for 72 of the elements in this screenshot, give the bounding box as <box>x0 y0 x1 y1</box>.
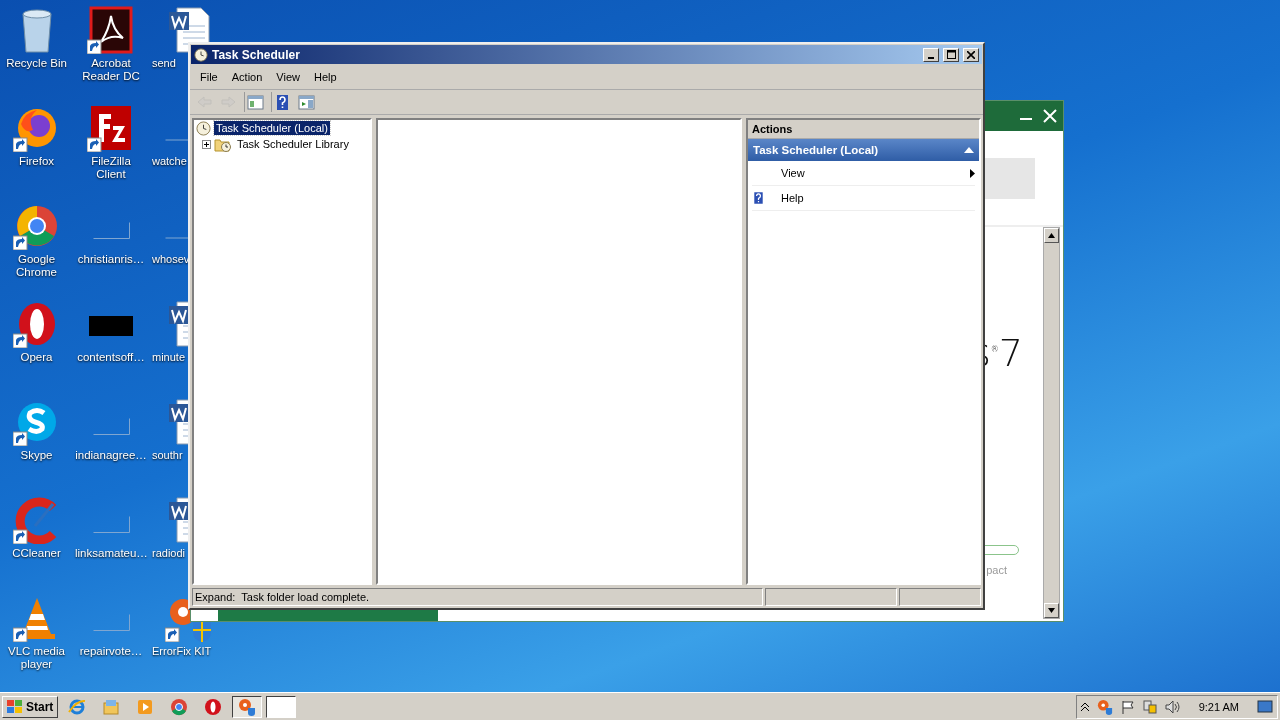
collapse-icon[interactable] <box>964 147 974 153</box>
icon-label[interactable]: whosev <box>152 253 190 266</box>
actions-entry[interactable]: View <box>776 167 970 179</box>
icon-label[interactable]: minute <box>152 351 186 364</box>
close-icon <box>967 50 975 59</box>
menu-item[interactable]: File <box>193 69 225 85</box>
submenu-arrow-icon <box>970 168 975 178</box>
tree-item[interactable]: Task Scheduler (Local) <box>214 121 330 135</box>
help-icon <box>752 190 765 206</box>
icon-label[interactable]: Recycle Bin <box>0 57 73 70</box>
play-icon <box>136 697 155 716</box>
menu-item[interactable]: View <box>269 69 307 85</box>
icon-label[interactable]: christianris… <box>75 253 147 266</box>
icon-label[interactable]: Opera <box>0 351 73 364</box>
icon-label[interactable]: indianagree… <box>75 449 147 462</box>
actions-section[interactable]: Task Scheduler (Local) <box>748 139 979 161</box>
speaker-icon[interactable] <box>1164 699 1181 714</box>
taskbar-app-button[interactable] <box>266 695 297 718</box>
chevron-icon[interactable] <box>1080 701 1089 712</box>
pane-icon <box>247 93 264 111</box>
taskbar-app-button[interactable] <box>232 695 263 718</box>
folder-icon <box>102 697 121 716</box>
icon-label[interactable]: contentsoff… <box>75 351 147 364</box>
maximize-icon <box>946 50 956 59</box>
start-button[interactable]: Start <box>2 695 59 718</box>
actions-heading: Actions <box>748 120 979 139</box>
icon-label[interactable]: watche <box>152 155 187 168</box>
caption: pact <box>986 564 1007 576</box>
clock-time[interactable]: 9:21 AM <box>1188 700 1249 713</box>
ring-icon <box>204 697 223 716</box>
clock-icon <box>196 120 211 136</box>
pane-icon <box>297 93 315 111</box>
icon-label[interactable]: southr <box>152 449 183 462</box>
icon-label[interactable]: send <box>152 57 176 70</box>
icon-label[interactable]: Google Chrome <box>0 253 73 279</box>
console-tree-button[interactable] <box>244 92 266 112</box>
icon-label[interactable]: repairvote… <box>75 645 147 658</box>
help-icon <box>274 93 291 111</box>
windows-logo-icon <box>7 699 23 714</box>
maximize-button[interactable] <box>943 47 959 62</box>
down-arrow-icon[interactable] <box>1048 608 1055 613</box>
gear-shield-icon <box>238 697 257 716</box>
network-icon[interactable] <box>1142 699 1157 714</box>
menu-item[interactable]: Action <box>224 69 270 85</box>
actions-entry[interactable]: Help <box>776 192 975 204</box>
folder-clock-icon <box>214 136 232 152</box>
icon-label[interactable]: ErrorFix KIT <box>152 645 212 658</box>
expand-icon[interactable] <box>202 139 211 149</box>
menu-item[interactable]: Help <box>306 69 344 85</box>
icon-label[interactable]: CCleaner <box>0 547 73 560</box>
icon-label[interactable]: radiodi <box>152 547 186 560</box>
minimize-button[interactable] <box>923 47 939 62</box>
minimize-icon <box>928 56 934 59</box>
icon-label[interactable]: Acrobat Reader DC <box>75 57 147 83</box>
flag-icon[interactable] <box>1120 699 1135 714</box>
scrollbar[interactable] <box>1043 227 1060 619</box>
window-title: Task Scheduler <box>212 47 301 62</box>
status-text: Expand: Task folder load complete. <box>192 588 763 606</box>
clock-icon <box>194 47 208 62</box>
gear-shield-icon[interactable] <box>1096 698 1113 715</box>
close-icon[interactable] <box>1043 109 1057 123</box>
browser-icon <box>170 697 189 716</box>
icon-label[interactable]: Firefox <box>0 155 73 168</box>
globe-icon <box>68 697 87 716</box>
close-button[interactable] <box>963 47 979 62</box>
icon-label[interactable]: linksamateu… <box>75 547 147 560</box>
up-arrow-icon[interactable] <box>1048 233 1055 238</box>
icon-label[interactable]: FileZilla Client <box>75 155 147 181</box>
icon-label[interactable]: VLC media player <box>0 645 73 671</box>
icon-label[interactable]: Skype <box>0 449 73 462</box>
tree-item[interactable]: Task Scheduler Library <box>235 137 351 151</box>
show-desktop-icon[interactable] <box>1257 699 1273 714</box>
